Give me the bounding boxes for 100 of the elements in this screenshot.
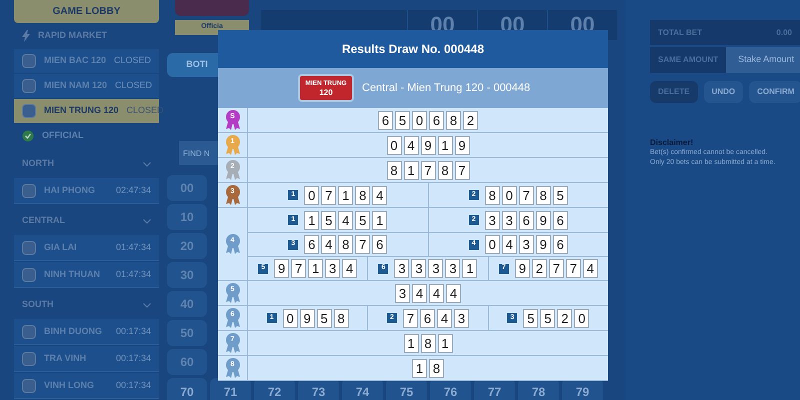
digit-tile: 7 [402, 308, 418, 328]
digit-tile: 6 [518, 210, 534, 230]
number-button[interactable]: 60 [167, 349, 207, 375]
market-name: MIEN BAC 120 [44, 54, 106, 68]
digit-tile: 1 [438, 136, 452, 154]
number-button[interactable]: 20 [167, 233, 207, 259]
number-button[interactable]: 50 [167, 320, 207, 346]
digit-tile: 4 [446, 284, 461, 302]
official-label[interactable]: OFFICIAL [42, 129, 84, 143]
digit-tile: 7 [355, 235, 370, 254]
market-logo-icon [22, 104, 36, 118]
lottery-name: GIA LAI [44, 240, 77, 254]
market-logo-icon [22, 54, 36, 68]
digit-tile: 0 [484, 235, 500, 254]
draw-subtitle: Central - Mien Trung 120 - 000448 [362, 80, 530, 96]
digit-tile: 8 [334, 308, 349, 328]
digit-tile: 7 [548, 259, 564, 278]
digit-tile: 7 [518, 186, 534, 204]
digit-tile: 4 [404, 136, 418, 154]
chevron-icon[interactable] [143, 218, 151, 224]
digit-tile: 1 [412, 358, 427, 378]
digit-tile: 7 [566, 259, 581, 278]
digit-tile: 3 [411, 259, 426, 278]
digit-tile: 0 [282, 308, 298, 328]
digit-tile: 6 [429, 110, 444, 130]
countdown-time: 02:47:34 [116, 184, 151, 197]
digit-tile: 4 [338, 210, 354, 230]
digit-tile: 0 [574, 308, 590, 328]
digit-tile: 5 [552, 186, 568, 204]
digit-tile: 4 [342, 259, 358, 278]
digit-tile: 5 [540, 308, 556, 328]
digit-tile: 1 [338, 186, 354, 204]
digit-tile: 6 [304, 235, 320, 254]
digit-tile: 9 [454, 136, 470, 154]
number-button[interactable]: 10 [167, 204, 207, 230]
digit-tile: 3 [394, 259, 410, 278]
lottery-item[interactable]: TRA VINH 00:17:34 [14, 346, 159, 372]
digit-tile: 5 [355, 210, 370, 230]
market-item[interactable]: MIEN BAC 120 CLOSED [14, 48, 159, 73]
market-name: MIEN TRUNG 120 [44, 104, 119, 118]
number-button[interactable]: 00 [167, 175, 207, 201]
digit-tile: 9 [536, 235, 551, 254]
digit-tile: 9 [514, 259, 530, 278]
number-button[interactable]: 70 [167, 378, 207, 400]
lottery-name: BINH DUONG [44, 324, 102, 338]
lottery-item[interactable]: NINH THUAN 01:47:34 [14, 262, 159, 288]
digit-tile: 7 [420, 160, 436, 180]
market-name: MIEN NAM 120 [44, 79, 108, 92]
countdown-time: 01:47:34 [116, 268, 151, 281]
digit-tile: 6 [552, 235, 568, 254]
digit-tile: 8 [420, 334, 436, 352]
chevron-icon[interactable] [143, 162, 151, 167]
digit-tile: 3 [395, 284, 410, 302]
digit-tile: 7 [321, 186, 336, 204]
countdown-time: 01:47:34 [116, 240, 151, 254]
action-button[interactable]: CONFIRM [749, 81, 800, 103]
region-label: SOUTH [22, 298, 54, 312]
lottery-name: VINH LONG [44, 378, 94, 392]
countdown-time: 00:17:34 [116, 378, 151, 392]
digit-tile: 3 [454, 308, 469, 328]
market-item[interactable]: MIEN NAM 120 CLOSED [14, 74, 159, 98]
action-button[interactable]: UNDO [704, 81, 744, 103]
lottery-item[interactable]: BINH DUONG 00:17:34 [14, 319, 159, 346]
digit-tile: 2 [532, 259, 547, 278]
chevron-icon[interactable] [143, 302, 151, 308]
digit-tile: 1 [372, 210, 388, 230]
game-lobby-button[interactable]: GAME LOBBY [14, 0, 159, 24]
digit-tile: 3 [445, 259, 460, 278]
lottery-item[interactable]: GIA LAI 01:47:34 [14, 235, 159, 262]
number-button[interactable]: 30 [167, 262, 207, 288]
disclaimer-title: Disclaimer! [650, 138, 694, 148]
digit-tile: 3 [502, 210, 517, 230]
lottery-item[interactable]: HAI PHONG 02:47:34 [14, 178, 159, 204]
market-status: CLOSED [114, 54, 152, 68]
digit-tile: 3 [325, 259, 340, 278]
digit-tile: 0 [412, 110, 427, 130]
digit-tile: 1 [308, 259, 324, 278]
digit-tile: 5 [316, 308, 332, 328]
digit-tile: 0 [304, 186, 320, 204]
digit-tile: 8 [484, 186, 500, 204]
digit-tile: 0 [386, 136, 402, 154]
digit-tile: 3 [428, 259, 444, 278]
countdown-time: 00:17:34 [116, 324, 151, 338]
digit-tile: 8 [355, 186, 370, 204]
digit-tile: 8 [446, 110, 461, 130]
digit-tile: 1 [438, 334, 452, 352]
digit-tile: 1 [404, 334, 418, 352]
digit-tile: 4 [582, 259, 598, 278]
market-logo-icon [22, 268, 36, 282]
number-button[interactable]: 40 [167, 291, 207, 317]
lottery-item[interactable]: VINH LONG 00:17:34 [14, 373, 159, 400]
digit-tile: 8 [386, 160, 402, 180]
digit-tile: 0 [502, 186, 517, 204]
digit-tile: 8 [338, 235, 354, 254]
stake-amount-field[interactable]: Stake Amount [726, 47, 800, 73]
digit-tile: 7 [291, 259, 306, 278]
market-logo-icon [22, 378, 36, 393]
lottery-name: HAI PHONG [44, 184, 96, 197]
digit-tile: 4 [372, 186, 388, 204]
digit-tile: 2 [463, 110, 478, 130]
